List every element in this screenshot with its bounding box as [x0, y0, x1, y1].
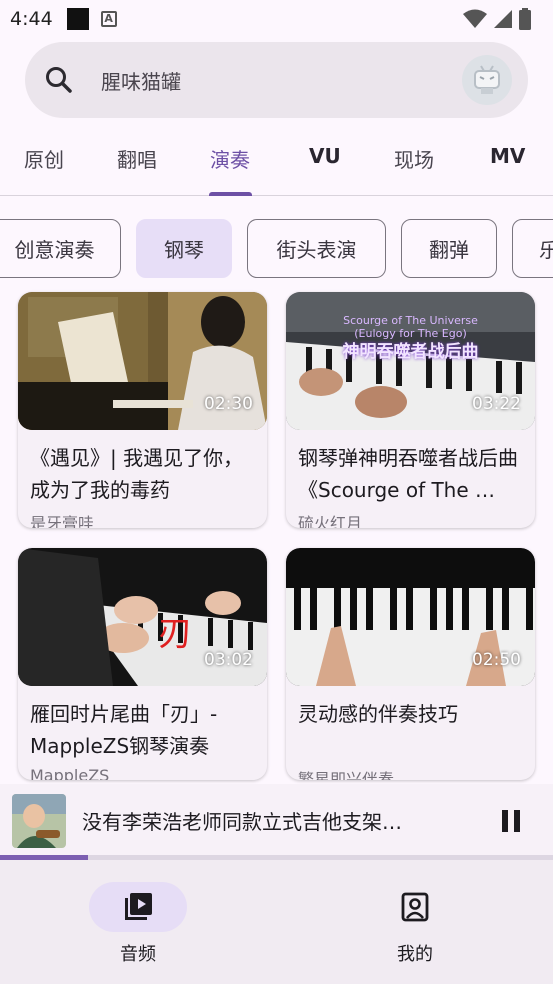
- video-thumbnail: 刃 03:02: [18, 548, 267, 686]
- tab-original[interactable]: 原创: [24, 144, 64, 173]
- pause-icon[interactable]: [491, 801, 531, 841]
- bottom-navigation: 音频 我的: [0, 860, 553, 984]
- category-tabs: 原创 翻唱 演奏 VU 现场 MV: [0, 136, 553, 196]
- chip-rearrange[interactable]: 翻弹: [401, 219, 497, 278]
- notification-icon: [66, 8, 89, 30]
- video-author: 繁星即兴伴奏: [298, 770, 395, 780]
- now-playing-title: 没有李荣浩老师同款立式吉他支架…: [82, 810, 402, 834]
- video-library-icon: [125, 893, 152, 920]
- video-author: MappleZS: [30, 766, 110, 780]
- account-box-icon: [401, 892, 429, 922]
- video-card[interactable]: 02:50 灵动感的伴奏技巧 繁星即兴伴奏: [286, 548, 535, 780]
- search-icon[interactable]: [43, 64, 75, 96]
- chip-piano[interactable]: 钢琴: [136, 219, 232, 278]
- search-bar[interactable]: 腥味猫罐: [25, 42, 528, 118]
- video-duration: 02:50: [472, 650, 521, 670]
- chip-street[interactable]: 街头表演: [247, 219, 386, 278]
- video-title: 钢琴弹神明吞噬者战后曲《Scourge of The …: [298, 446, 518, 502]
- tab-live[interactable]: 现场: [394, 144, 434, 173]
- nav-label-audio: 音频: [120, 944, 156, 965]
- video-card[interactable]: Scourge of The Universe (Eulogy for The …: [286, 292, 535, 528]
- mini-player[interactable]: 没有李荣浩老师同款立式吉他支架…: [0, 784, 553, 857]
- video-duration: 03:22: [472, 394, 521, 414]
- video-thumbnail: 02:30: [18, 292, 267, 430]
- status-bar: 4:44 A: [0, 0, 553, 38]
- video-author: 硫火红月: [298, 514, 363, 528]
- chip-creative[interactable]: 创意演奏: [0, 219, 121, 278]
- tab-performance[interactable]: 演奏: [210, 144, 250, 173]
- tab-cover[interactable]: 翻唱: [117, 144, 157, 173]
- tab-mv[interactable]: MV: [490, 144, 525, 168]
- avatar[interactable]: [462, 55, 512, 105]
- video-author: 是牙膏哇: [30, 514, 95, 528]
- video-thumbnail: 02:50: [286, 548, 535, 686]
- video-card[interactable]: 刃 03:02 雁回时片尾曲「刃」- MappleZS钢琴演奏 MappleZS: [18, 548, 267, 780]
- status-time: 4:44: [10, 8, 53, 30]
- wifi-icon: [463, 9, 487, 28]
- subcategory-chips: 创意演奏 钢琴 街头表演 翻弹 乐: [0, 219, 553, 279]
- video-card[interactable]: 02:30 《遇见》| 我遇见了你，成为了我的毒药 是牙膏哇: [18, 292, 267, 528]
- video-duration: 02:30: [204, 394, 253, 414]
- app-notification-icon: A: [100, 11, 117, 27]
- video-title: 《遇见》| 我遇见了你，成为了我的毒药: [30, 446, 244, 502]
- thumbnail-overlay-text: Scourge of The Universe (Eulogy for The …: [342, 314, 479, 362]
- battery-icon: [519, 8, 531, 30]
- video-title: 雁回时片尾曲「刃」- MappleZS钢琴演奏: [30, 702, 218, 758]
- tab-vu[interactable]: VU: [309, 144, 341, 168]
- video-duration: 03:02: [204, 650, 253, 670]
- signal-icon: [494, 10, 512, 28]
- video-title: 灵动感的伴奏技巧: [298, 702, 458, 726]
- nav-item-audio[interactable]: 音频: [88, 882, 188, 966]
- tv-mascot-icon: [474, 65, 500, 94]
- chip-more[interactable]: 乐: [512, 219, 553, 278]
- nav-label-mine: 我的: [397, 944, 433, 965]
- nav-item-mine[interactable]: 我的: [365, 882, 465, 966]
- album-cover: [12, 793, 66, 848]
- search-input[interactable]: 腥味猫罐: [101, 66, 462, 95]
- tab-indicator: [209, 192, 252, 196]
- thumbnail-overlay-text: 刃: [158, 614, 192, 654]
- video-thumbnail: Scourge of The Universe (Eulogy for The …: [286, 292, 535, 430]
